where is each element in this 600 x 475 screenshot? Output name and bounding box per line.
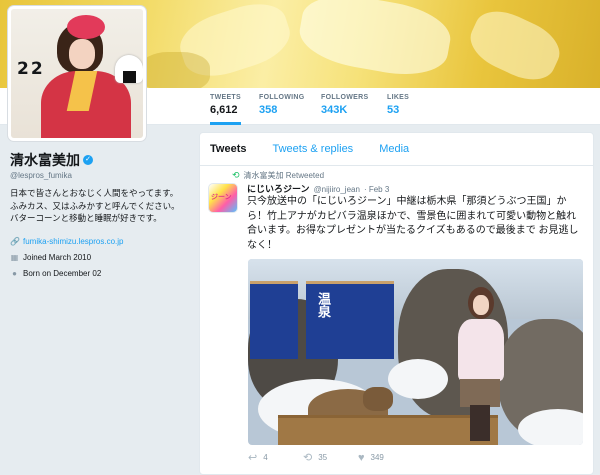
stat-value: 53 [387, 104, 400, 116]
like-button[interactable]: ♥ 349 [358, 451, 413, 464]
profile-joined: ▦ Joined March 2010 [10, 250, 190, 266]
stat-label: FOLLOWERS [321, 94, 369, 101]
website-link[interactable]: fumika-shimizu.lespros.co.jp [23, 237, 123, 246]
heart-icon: ♥ [358, 451, 365, 464]
stat-likes[interactable]: LIKES 53 [387, 94, 409, 116]
birthday-balloon-icon: ● [12, 269, 17, 278]
timeline-card: Tweets Tweets & replies Media ⟲ 清水富美加 Re… [199, 132, 594, 475]
stat-followers[interactable]: FOLLOWERS 343K [321, 94, 368, 116]
stat-value: 358 [259, 104, 278, 116]
reply-icon: ↩ [248, 452, 258, 464]
calendar-icon: ▦ [10, 253, 19, 262]
retweet-count: 35 [318, 453, 328, 462]
onsen-sign: 温泉 [316, 292, 331, 318]
stat-label: TWEETS [210, 94, 241, 101]
stat-value: 343K [321, 104, 348, 116]
retweet-context: ⟲ 清水富美加 Retweeted [232, 170, 324, 181]
profile-birthday: ● Born on December 02 [10, 266, 190, 282]
tweet-author[interactable]: にじいろジーン [247, 182, 310, 195]
tweet-actions: ↩ 4 ⟲ 35 ♥ 349 [248, 451, 413, 465]
profile-handle[interactable]: @lespros_fumika [10, 171, 190, 180]
tweet-date[interactable]: · Feb 3 [364, 185, 389, 194]
profile-card: 清水富美加 ✓ @lespros_fumika 日本で皆さんとおなじく人間をやっ… [10, 150, 190, 282]
reply-button[interactable]: ↩ 4 [248, 451, 303, 464]
avatar-number: 22 [17, 59, 45, 79]
profile-website: 🔗 fumika-shimizu.lespros.co.jp [10, 234, 190, 250]
tweet-photo[interactable]: 温泉 [248, 259, 583, 445]
tweet-text: 只今放送中の「にじいろジーン」中継は栃木県「那須どうぶつ王国」から！竹上アナがカ… [247, 196, 579, 251]
joined-date: Joined March 2010 [23, 253, 92, 262]
tab-media[interactable]: Media [379, 143, 409, 155]
profile-avatar[interactable]: 22 [8, 6, 146, 141]
timeline-tabs: Tweets Tweets & replies Media [200, 133, 593, 166]
retweet-button[interactable]: ⟲ 35 [303, 451, 358, 464]
retweet-icon: ⟲ [232, 170, 240, 180]
retweet-icon: ⟲ [303, 452, 313, 464]
tweet-handle[interactable]: @nijiiro_jean [314, 185, 360, 194]
profile-bio: 日本で皆さんとおなじく人間をやってます。 ふみカス、又はふみかすと呼んでください… [10, 188, 180, 223]
avatar-text: ジーン [211, 194, 232, 201]
like-count: 349 [370, 453, 384, 462]
verified-check-icon: ✓ [83, 155, 93, 165]
tab-tweets[interactable]: Tweets [210, 143, 246, 155]
stat-tweets[interactable]: TWEETS 6,612 [210, 94, 241, 125]
tweet-header: にじいろジーン @nijiiro_jean · Feb 3 [247, 182, 389, 195]
tweet-author-avatar[interactable]: ジーン [208, 183, 238, 213]
link-icon: 🔗 [10, 237, 20, 246]
stat-following[interactable]: FOLLOWING 358 [259, 94, 304, 116]
birth-date: Born on December 02 [23, 269, 102, 278]
tab-tweets-replies[interactable]: Tweets & replies [272, 143, 353, 155]
retweeted-by[interactable]: 清水富美加 Retweeted [244, 170, 324, 181]
stat-label: LIKES [387, 94, 410, 101]
stat-label: FOLLOWING [259, 94, 305, 101]
display-name[interactable]: 清水富美加 [10, 150, 80, 170]
stat-value: 6,612 [210, 104, 238, 116]
reply-count: 4 [263, 453, 268, 462]
